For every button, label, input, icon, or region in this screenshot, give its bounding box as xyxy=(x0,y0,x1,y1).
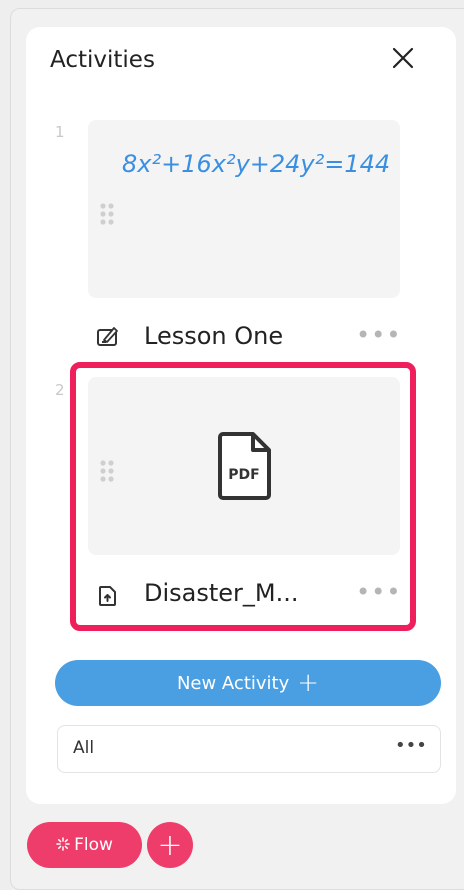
new-activity-button[interactable]: New Activity + xyxy=(55,660,441,706)
more-options-icon[interactable]: ••• xyxy=(356,580,400,604)
activity-number: 1 xyxy=(55,123,65,141)
filter-value: All xyxy=(73,738,95,758)
drag-handle-icon[interactable] xyxy=(99,459,115,483)
handwritten-equation: 8x²+16x²y+24y²=144 xyxy=(122,150,390,178)
activity-thumbnail[interactable]: 8x²+16x²y+24y²=144 xyxy=(88,120,400,298)
add-button[interactable]: + xyxy=(147,822,193,868)
file-upload-icon xyxy=(96,584,120,608)
activities-panel: Activities 1 8x²+16x²y+24y²=144 Lesson O… xyxy=(26,27,456,804)
activity-title[interactable]: Lesson One xyxy=(144,322,283,350)
close-icon[interactable] xyxy=(388,43,418,73)
activity-filter-select[interactable]: All ••• xyxy=(57,725,441,773)
filter-more-icon[interactable]: ••• xyxy=(395,735,427,756)
more-options-icon[interactable]: ••• xyxy=(356,323,400,347)
plus-icon: + xyxy=(297,668,320,698)
whiteboard-icon xyxy=(96,325,120,349)
flow-button[interactable]: Flow xyxy=(27,822,142,868)
svg-text:PDF: PDF xyxy=(228,467,259,483)
activity-title[interactable]: Disaster_M... xyxy=(144,579,299,607)
panel-title: Activities xyxy=(50,47,155,73)
new-activity-label: New Activity xyxy=(176,672,290,694)
svg-text:8x²+16x²y+24y²=144: 8x²+16x²y+24y²=144 xyxy=(122,150,390,178)
activity-number: 2 xyxy=(55,381,65,399)
flow-label: Flow xyxy=(74,835,113,855)
plus-icon: + xyxy=(157,827,183,863)
drag-handle-icon[interactable] xyxy=(99,202,115,226)
activity-thumbnail[interactable]: PDF xyxy=(88,377,400,555)
sparkle-icon xyxy=(56,836,70,855)
pdf-file-icon: PDF xyxy=(217,431,273,501)
